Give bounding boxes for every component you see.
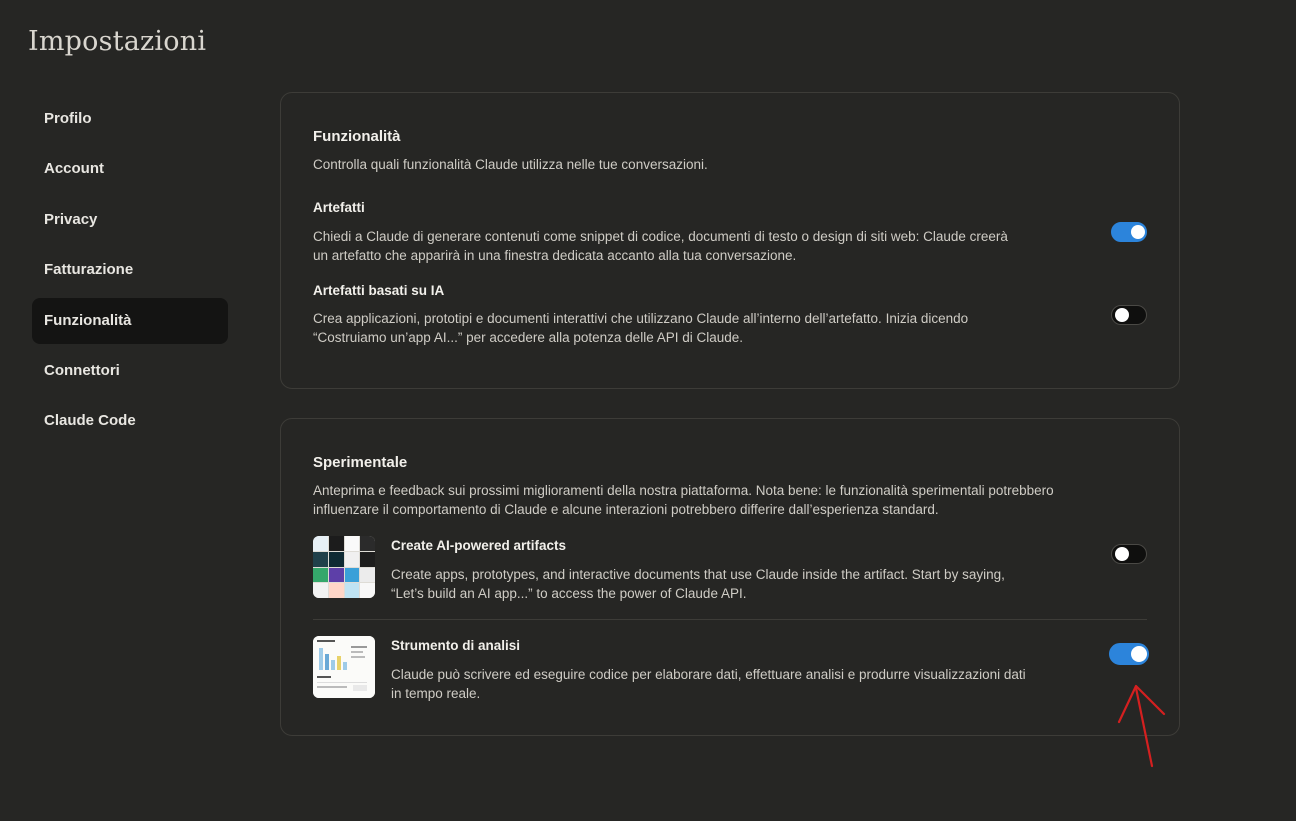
ai-powered-description: Create apps, prototypes, and interactive…: [391, 565, 1091, 603]
artifacts-description-line-1: Chiedi a Claude di generare contenuti co…: [313, 229, 1008, 244]
toggle-knob: [1131, 225, 1145, 239]
ai-artifacts-description-line-1: Crea applicazioni, prototipi e documenti…: [313, 311, 969, 326]
ai-powered-description-line-2: “Let’s build an AI app...” to access the…: [391, 586, 747, 601]
ai-artifacts-thumbnail: [313, 536, 375, 598]
experimental-title: Sperimentale: [313, 454, 408, 471]
features-description: Controlla quali funzionalità Claude util…: [313, 157, 708, 172]
artifacts-title: Artefatti: [313, 200, 365, 215]
settings-sidebar: Profilo Account Privacy Fatturazione Fun…: [32, 96, 228, 449]
ai-powered-title: Create AI-powered artifacts: [391, 538, 567, 553]
toggle-knob: [1115, 308, 1129, 322]
artifacts-toggle[interactable]: [1111, 222, 1147, 242]
experimental-description: Anteprima e feedback sui prossimi miglio…: [313, 481, 1143, 519]
analysis-description-line-1: Claude può scrivere ed eseguire codice p…: [391, 667, 1026, 682]
ai-artifacts-description: Crea applicazioni, prototipi e documenti…: [313, 309, 1093, 347]
features-title: Funzionalità: [313, 128, 401, 145]
toggle-knob: [1131, 646, 1147, 662]
ai-powered-description-line-1: Create apps, prototypes, and interactive…: [391, 567, 1005, 582]
analysis-toggle[interactable]: [1109, 643, 1149, 665]
ai-artifacts-toggle[interactable]: [1111, 305, 1147, 325]
analysis-chart-preview: [313, 636, 375, 698]
row-divider: [313, 619, 1147, 620]
annotation-arrow-icon: [1117, 684, 1166, 768]
experimental-description-line-2: influenzare il comportamento di Claude e…: [313, 502, 939, 517]
toggle-knob: [1115, 547, 1129, 561]
sidebar-item-account[interactable]: Account: [32, 146, 228, 192]
thumbnail-grid: [313, 536, 375, 598]
analysis-title: Strumento di analisi: [391, 638, 521, 653]
experimental-card: Sperimentale Anteprima e feedback sui pr…: [280, 418, 1180, 736]
ai-powered-toggle[interactable]: [1111, 544, 1147, 564]
sidebar-item-connectors[interactable]: Connettori: [32, 348, 228, 394]
settings-page: Impostazioni Profilo Account Privacy Fat…: [0, 0, 1296, 821]
sidebar-item-features[interactable]: Funzionalità: [32, 297, 228, 344]
ai-artifacts-title: Artefatti basati su IA: [313, 283, 445, 298]
artifacts-description-line-2: un artefatto che apparirà in una finestr…: [313, 248, 797, 263]
sidebar-item-billing[interactable]: Fatturazione: [32, 247, 228, 293]
sidebar-item-profile[interactable]: Profilo: [32, 96, 228, 142]
ai-artifacts-description-line-2: “Costruiamo un’app AI...” per accedere a…: [313, 330, 744, 345]
features-card: Funzionalità Controlla quali funzionalit…: [280, 92, 1180, 389]
analysis-thumbnail: [313, 636, 375, 698]
sidebar-item-claude-code[interactable]: Claude Code: [32, 398, 228, 444]
page-title: Impostazioni: [28, 26, 207, 57]
analysis-description-line-2: in tempo reale.: [391, 686, 481, 701]
analysis-description: Claude può scrivere ed eseguire codice p…: [391, 665, 1101, 703]
artifacts-description: Chiedi a Claude di generare contenuti co…: [313, 227, 1093, 265]
sidebar-item-privacy[interactable]: Privacy: [32, 197, 228, 243]
experimental-description-line-1: Anteprima e feedback sui prossimi miglio…: [313, 483, 1054, 498]
